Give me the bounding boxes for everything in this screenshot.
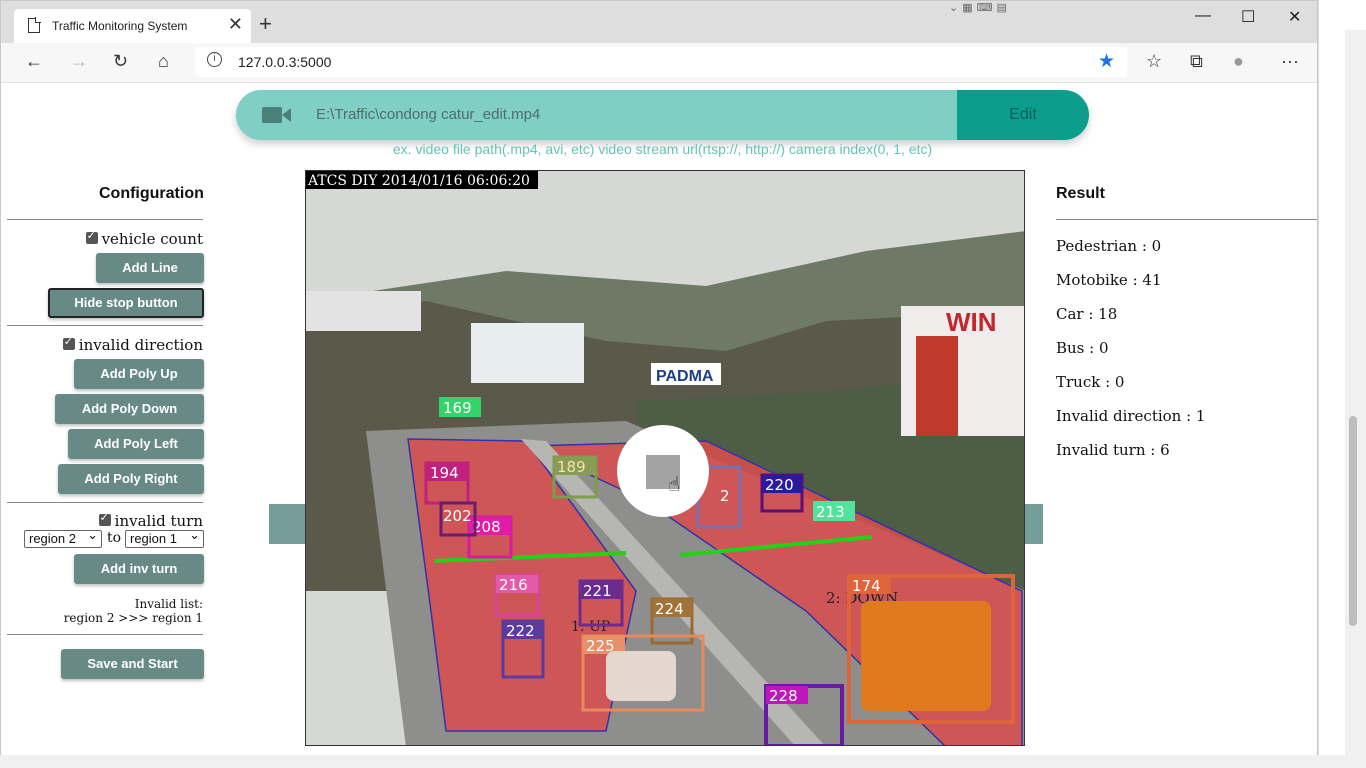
tab-bar: Traffic Monitoring System ✕ + ⌄ ▦ ⌨ ▤ — … [1, 1, 1317, 43]
horizontal-scrollbar[interactable] [0, 755, 1366, 768]
system-tray: ⌄ ▦ ⌨ ▤ [949, 1, 1007, 17]
result-bus: Bus : 0 [1056, 339, 1109, 357]
invalid-direction-checkbox[interactable]: invalid direction [62, 335, 203, 354]
video-frame[interactable]: WIN PADMA 1: UP 2: DOWN 169 194 189 220 … [305, 170, 1025, 746]
result-invalid-direction: Invalid direction : 1 [1056, 407, 1206, 425]
chevron-down-icon: ⌄ [949, 2, 959, 14]
billboard-top-left [306, 291, 421, 331]
to-label: to [107, 530, 122, 546]
add-poly-up-button[interactable]: Add Poly Up [74, 359, 204, 389]
video-canvas: WIN PADMA 1: UP 2: DOWN 169 194 189 220 … [306, 171, 1024, 745]
svg-text:228: 228 [769, 687, 798, 705]
svg-text:221: 221 [583, 582, 612, 600]
vehicle-count-checkbox[interactable]: vehicle count [85, 229, 203, 248]
collections-icon[interactable]: ⧉ [1190, 51, 1203, 72]
billboard-text: WIN [946, 307, 997, 337]
page-icon [28, 17, 41, 33]
result-title: Result [1056, 185, 1105, 202]
grid-icon: ▦ [962, 2, 973, 14]
add-poly-left-button[interactable]: Add Poly Left [68, 429, 204, 459]
divider [7, 502, 203, 503]
add-poly-down-button[interactable]: Add Poly Down [55, 394, 204, 424]
checkbox-icon[interactable] [98, 511, 111, 526]
svg-text:174: 174 [852, 577, 881, 595]
new-tab-button[interactable]: + [259, 13, 272, 35]
close-window-icon[interactable]: ✕ [1288, 7, 1301, 27]
invalid-turn-checkbox[interactable]: invalid turn [98, 511, 203, 530]
tab-close-icon[interactable]: ✕ [228, 15, 243, 33]
svg-text:202: 202 [443, 507, 472, 525]
result-pedestrian: Pedestrian : 0 [1056, 237, 1162, 255]
divider [7, 325, 203, 326]
vehicle-count-label: vehicle count [101, 230, 203, 248]
region-up-label: 1: UP [571, 619, 610, 635]
add-inv-turn-button[interactable]: Add inv turn [74, 554, 204, 584]
from-region-select[interactable]: region 2 [24, 527, 102, 548]
more-icon[interactable]: ··· [1281, 51, 1299, 72]
divider [7, 634, 203, 635]
forward-icon[interactable]: → [70, 51, 88, 72]
nav-bar: ← → ↻ ⌂ i 127.0.0.3:5000 ★ ☆ ⧉ ● ··· [1, 43, 1317, 83]
padma-text: PADMA [656, 368, 714, 385]
profile-icon[interactable]: ● [1233, 51, 1244, 72]
tab-title: Traffic Monitoring System [52, 19, 188, 33]
scrollbar-thumb[interactable] [1349, 416, 1357, 626]
keyboard-icon: ⌨ [976, 2, 993, 14]
checkbox-icon[interactable] [62, 335, 75, 350]
minimize-icon[interactable]: — [1195, 7, 1211, 25]
svg-text:194: 194 [430, 464, 459, 482]
result-motobike: Motobike : 41 [1056, 271, 1162, 289]
invalid-direction-label: invalid direction [78, 336, 203, 354]
svg-text:213: 213 [816, 503, 845, 521]
keypad-icon: ▤ [996, 2, 1007, 14]
address-bar[interactable]: i 127.0.0.3:5000 ★ [195, 47, 1127, 77]
result-truck: Truck : 0 [1056, 373, 1125, 391]
billboard-left [471, 323, 584, 383]
left-arrow-decoration [269, 504, 305, 544]
source-bar: E:\Traffic\condong catur_edit.mp4 Edit [236, 90, 1089, 140]
video-camera-icon [262, 107, 291, 123]
track-169: 169 [439, 397, 481, 417]
save-and-start-button[interactable]: Save and Start [61, 649, 204, 679]
browser-tab[interactable]: Traffic Monitoring System ✕ [14, 9, 251, 43]
add-poly-right-button[interactable]: Add Poly Right [58, 464, 204, 494]
vertical-scrollbar[interactable] [1345, 30, 1366, 755]
divider [7, 219, 203, 220]
to-region-select[interactable]: region 1 [125, 527, 204, 548]
result-car: Car : 18 [1056, 305, 1118, 323]
checkbox-icon[interactable] [85, 229, 98, 244]
url-text[interactable]: 127.0.0.3:5000 [238, 54, 331, 70]
refresh-icon[interactable]: ↻ [113, 51, 128, 72]
svg-text:169: 169 [443, 399, 472, 417]
source-path-input[interactable]: E:\Traffic\condong catur_edit.mp4 [316, 106, 540, 123]
invalid-list-item: region 2 >>> region 1 [63, 611, 203, 625]
back-icon[interactable]: ← [25, 51, 43, 72]
billboard-stripe [916, 336, 958, 436]
timestamp-text: ATCS DIY 2014/01/16 06:06:20 [307, 173, 530, 189]
star-icon[interactable]: ★ [1098, 50, 1115, 73]
svg-text:222: 222 [506, 622, 535, 640]
source-hint: ex. video file path(.mp4, avi, etc) vide… [392, 141, 933, 157]
track-213: 213 [813, 501, 855, 521]
svg-text:224: 224 [655, 600, 684, 618]
hide-stop-button[interactable]: Hide stop button [48, 288, 204, 318]
page-content: E:\Traffic\condong catur_edit.mp4 Edit e… [1, 84, 1317, 756]
svg-text:220: 220 [765, 476, 794, 494]
svg-text:189: 189 [557, 458, 586, 476]
home-icon[interactable]: ⌂ [158, 51, 169, 72]
invalid-list-label: Invalid list: [134, 597, 203, 611]
edit-button[interactable]: Edit [957, 90, 1089, 140]
divider [1056, 219, 1317, 220]
info-icon[interactable]: i [207, 52, 222, 67]
result-invalid-turn: Invalid turn : 6 [1056, 441, 1170, 459]
browser-window: Traffic Monitoring System ✕ + ⌄ ▦ ⌨ ▤ — … [0, 0, 1318, 756]
svg-text:2: 2 [720, 487, 730, 505]
favorites-icon[interactable]: ☆ [1146, 51, 1162, 72]
configuration-title: Configuration [99, 185, 204, 202]
svg-text:216: 216 [499, 576, 528, 594]
hand-cursor-icon: ☝ [668, 472, 680, 496]
maximize-icon[interactable]: ☐ [1241, 7, 1255, 27]
add-line-button[interactable]: Add Line [96, 253, 204, 283]
